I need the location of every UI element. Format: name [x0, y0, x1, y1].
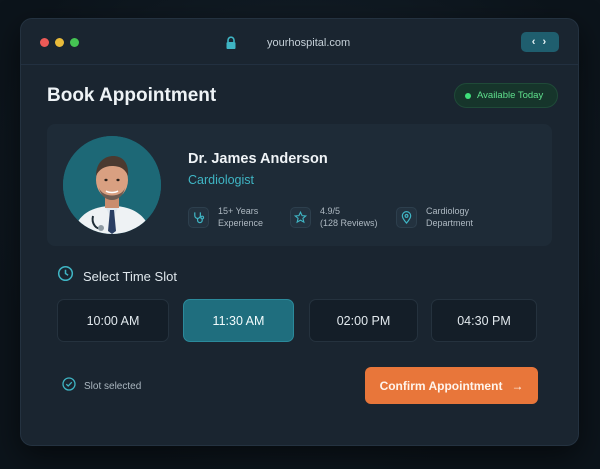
arrow-right-icon: →: [511, 378, 524, 393]
doctor-avatar: [63, 136, 161, 234]
time-slot-title: Select Time Slot: [83, 268, 177, 284]
department-value: Cardiology: [426, 206, 470, 216]
page-title: Book Appointment: [47, 85, 217, 106]
experience-value: 15+ Years: [218, 206, 259, 216]
experience-stat: 15+ Years Experience: [188, 205, 263, 229]
title-bar: yourhospital.com ‹ ›: [21, 19, 578, 65]
url-text: yourhospital.com: [267, 37, 351, 49]
star-icon: [290, 206, 311, 228]
browser-window: yourhospital.com ‹ › Book Appointment Av…: [20, 18, 579, 446]
stethoscope-icon: [188, 206, 209, 228]
time-slot-1130-selected[interactable]: 11:30 AM: [183, 299, 294, 342]
confirm-appointment-button[interactable]: Confirm Appointment →: [365, 367, 538, 404]
location-pin-icon: [396, 206, 417, 228]
time-slot-header: Select Time Slot: [57, 265, 177, 287]
minimize-window-dot[interactable]: [55, 38, 64, 47]
doctor-specialty: Cardiologist: [188, 173, 255, 187]
availability-label: Available Today: [477, 90, 544, 101]
close-window-dot[interactable]: [40, 38, 49, 47]
rating-stat: 4.9/5 (128 Reviews): [290, 205, 378, 229]
department-label: Department: [426, 218, 474, 228]
check-circle-icon: [62, 377, 76, 396]
time-slot-1400[interactable]: 02:00 PM: [309, 299, 418, 342]
doctor-name: Dr. James Anderson: [188, 151, 328, 167]
availability-badge: Available Today: [454, 83, 558, 108]
slot-selected-status: Slot selected: [62, 377, 141, 396]
maximize-window-dot[interactable]: [70, 38, 79, 47]
rating-value: 4.9/5: [320, 206, 341, 216]
doctor-card: Dr. James Anderson Cardiologist 15+ Year…: [47, 124, 552, 246]
address-bar[interactable]: yourhospital.com: [225, 35, 350, 51]
confirm-label: Confirm Appointment: [379, 378, 503, 393]
lock-icon: [225, 36, 237, 50]
experience-label: Experience: [218, 218, 264, 228]
status-dot-icon: [465, 92, 471, 99]
time-slot-1630[interactable]: 04:30 PM: [431, 299, 537, 342]
time-slot-1000[interactable]: 10:00 AM: [57, 299, 169, 342]
code-nav-button[interactable]: ‹ ›: [521, 32, 559, 52]
reviews-count: (128 Reviews): [320, 218, 378, 228]
slot-selected-label: Slot selected: [84, 381, 142, 392]
clock-icon: [57, 265, 74, 287]
department-stat: Cardiology Department: [396, 205, 473, 229]
